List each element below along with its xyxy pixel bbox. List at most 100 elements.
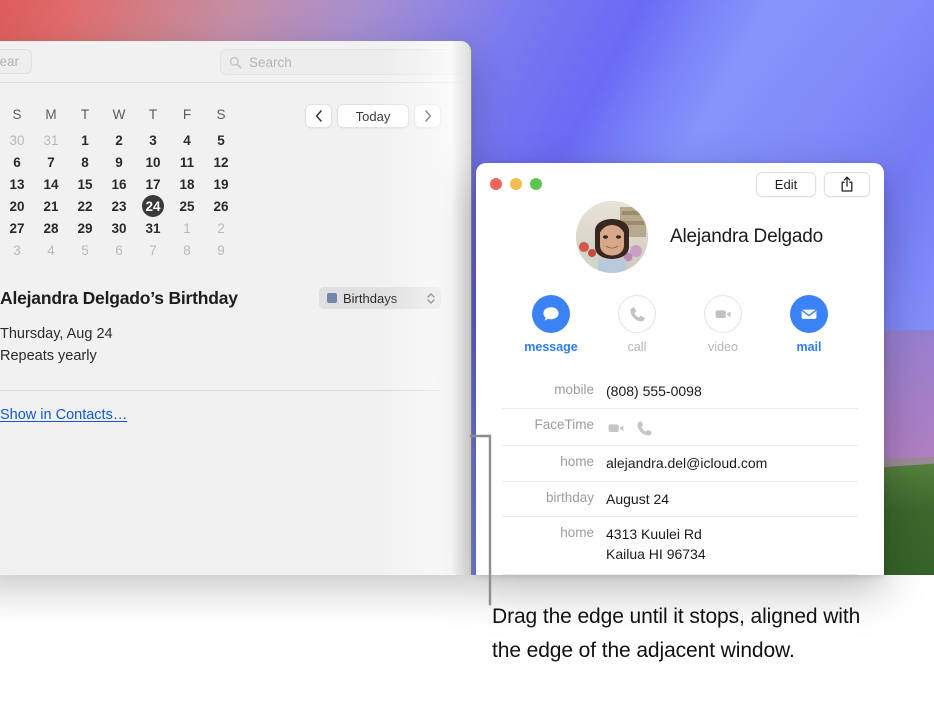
date-cell[interactable]: 1 xyxy=(68,129,102,151)
date-cell[interactable]: 31 xyxy=(34,129,68,151)
weekday-header: T xyxy=(80,106,90,122)
previous-month-button[interactable] xyxy=(305,104,332,128)
zoom-traffic-light[interactable] xyxy=(530,178,542,190)
date-cell[interactable]: 13 xyxy=(0,173,34,195)
action-mail[interactable]: mail xyxy=(784,295,834,354)
contact-field-home[interactable]: home alejandra.del@icloud.com xyxy=(502,445,858,480)
date-week-row: 27 28 29 30 31 1 2 xyxy=(0,217,441,239)
date-cell[interactable]: 1 xyxy=(170,217,204,239)
date-cell[interactable]: 5 xyxy=(204,129,238,151)
next-month-button[interactable] xyxy=(414,104,441,128)
close-traffic-light[interactable] xyxy=(490,178,502,190)
date-cell[interactable]: 18 xyxy=(170,173,204,195)
field-value: alejandra.del@icloud.com xyxy=(606,455,768,472)
action-message[interactable]: message xyxy=(524,295,578,354)
calendar-month-grid: Today SMTWTFS 30 31 1 2 3 4 5 6 7 8 9 10 11 12 13 14 15 1… xyxy=(0,83,471,261)
field-label: home xyxy=(560,524,594,540)
weekday-header: W xyxy=(112,106,126,122)
traffic-lights xyxy=(490,178,542,190)
chevron-left-icon xyxy=(315,110,322,122)
calendar-color-swatch xyxy=(327,293,337,303)
envelope-icon xyxy=(790,295,828,333)
date-cell[interactable]: 23 xyxy=(102,195,136,217)
show-in-contacts-link[interactable]: Show in Contacts… xyxy=(0,407,127,423)
date-cell[interactable]: 19 xyxy=(204,173,238,195)
contact-card-titlebar: Edit xyxy=(476,163,884,205)
date-cell[interactable]: 25 xyxy=(170,195,204,217)
phone-handset-icon[interactable] xyxy=(635,419,654,438)
date-week-row: 13 14 15 16 17 18 19 xyxy=(0,173,441,195)
contact-field-facetime[interactable]: FaceTime xyxy=(502,408,858,445)
date-cell[interactable]: 27 xyxy=(0,217,34,239)
field-label: FaceTime xyxy=(534,417,594,433)
date-cell[interactable]: 28 xyxy=(34,217,68,239)
date-cell[interactable]: 4 xyxy=(170,129,204,151)
calendar-picker[interactable]: Birthdays xyxy=(319,287,441,309)
contact-identity: Alejandra Delgado xyxy=(476,201,884,273)
weekday-header: F xyxy=(182,106,192,122)
chevron-updown-icon xyxy=(427,292,435,304)
date-cell[interactable]: 21 xyxy=(34,195,68,217)
date-cell[interactable]: 20 xyxy=(0,195,34,217)
date-cell[interactable]: 10 xyxy=(136,151,170,173)
date-cell[interactable]: 9 xyxy=(204,239,238,261)
action-video: video xyxy=(698,295,748,354)
contact-field-mobile[interactable]: mobile (808) 555-0098 xyxy=(502,374,858,408)
contact-name: Alejandra Delgado xyxy=(670,226,823,247)
date-cell[interactable]: 14 xyxy=(34,173,68,195)
search-icon xyxy=(229,56,242,68)
date-week-row: 3456789 xyxy=(0,239,441,261)
date-cell[interactable]: 29 xyxy=(68,217,102,239)
date-cell[interactable]: 9 xyxy=(102,151,136,173)
date-cell[interactable]: 6 xyxy=(0,151,34,173)
calendar-navigation: Today xyxy=(305,104,441,128)
date-cell[interactable]: 8 xyxy=(170,239,204,261)
date-cell[interactable]: 4 xyxy=(34,239,68,261)
event-header: Alejandra Delgado’s Birthday Birthdays xyxy=(0,287,441,309)
event-divider xyxy=(0,390,441,392)
event-repeat-line: Repeats yearly xyxy=(0,348,97,365)
date-cell[interactable]: 31 xyxy=(136,217,170,239)
date-cell[interactable]: 30 xyxy=(0,129,34,151)
date-cell[interactable]: 8 xyxy=(68,151,102,173)
share-button[interactable] xyxy=(824,171,870,197)
action-message-label: message xyxy=(524,340,578,354)
calendar-toolbar: Year Search xyxy=(0,41,471,83)
field-label: mobile xyxy=(554,382,594,397)
date-week-row: 20 21 22 23 24 25 26 xyxy=(0,195,441,217)
field-value-line2: Kailua HI 96734 xyxy=(606,546,706,563)
weekday-header: S xyxy=(216,106,226,122)
date-week-row: 30 31 1 2 3 4 5 xyxy=(0,129,441,151)
contact-card-actions: Edit xyxy=(756,171,870,197)
minimize-traffic-light[interactable] xyxy=(510,178,522,190)
contact-field-home[interactable]: home 4313 Kuulei Rd Kailua HI 96734 xyxy=(502,515,858,575)
view-segment-year[interactable]: Year xyxy=(0,49,32,74)
date-cell[interactable]: 7 xyxy=(34,151,68,173)
edit-button[interactable]: Edit xyxy=(756,171,816,197)
date-cell[interactable]: 26 xyxy=(204,195,238,217)
date-cell[interactable]: 12 xyxy=(204,151,238,173)
search-input[interactable]: Search xyxy=(220,49,462,75)
date-cell[interactable]: 15 xyxy=(68,173,102,195)
contact-field-birthday[interactable]: birthday August 24 xyxy=(502,480,858,516)
date-cell[interactable]: 11 xyxy=(170,151,204,173)
edit-button-label: Edit xyxy=(774,176,798,192)
video-camera-icon[interactable] xyxy=(606,418,626,438)
date-cell[interactable]: 3 xyxy=(0,239,34,261)
search-placeholder-text: Search xyxy=(249,54,292,70)
today-button[interactable]: Today xyxy=(337,104,409,128)
date-cell[interactable]: 17 xyxy=(136,173,170,195)
date-cell-today[interactable]: 24 xyxy=(136,195,170,217)
date-cell[interactable]: 16 xyxy=(102,173,136,195)
date-cell[interactable]: 3 xyxy=(136,129,170,151)
date-cell[interactable]: 22 xyxy=(68,195,102,217)
date-cell[interactable]: 7 xyxy=(136,239,170,261)
date-cell[interactable]: 30 xyxy=(102,217,136,239)
date-cell[interactable]: 2 xyxy=(204,217,238,239)
date-grid: 30 31 1 2 3 4 5 6 7 8 9 10 11 12 13 14 15 16 17 18 19 20 21 22 2… xyxy=(0,129,441,261)
date-cell[interactable]: 2 xyxy=(102,129,136,151)
date-cell[interactable]: 6 xyxy=(102,239,136,261)
field-value: (808) 555-0098 xyxy=(606,383,702,399)
contact-action-row: message call video mail xyxy=(476,295,884,354)
date-cell[interactable]: 5 xyxy=(68,239,102,261)
